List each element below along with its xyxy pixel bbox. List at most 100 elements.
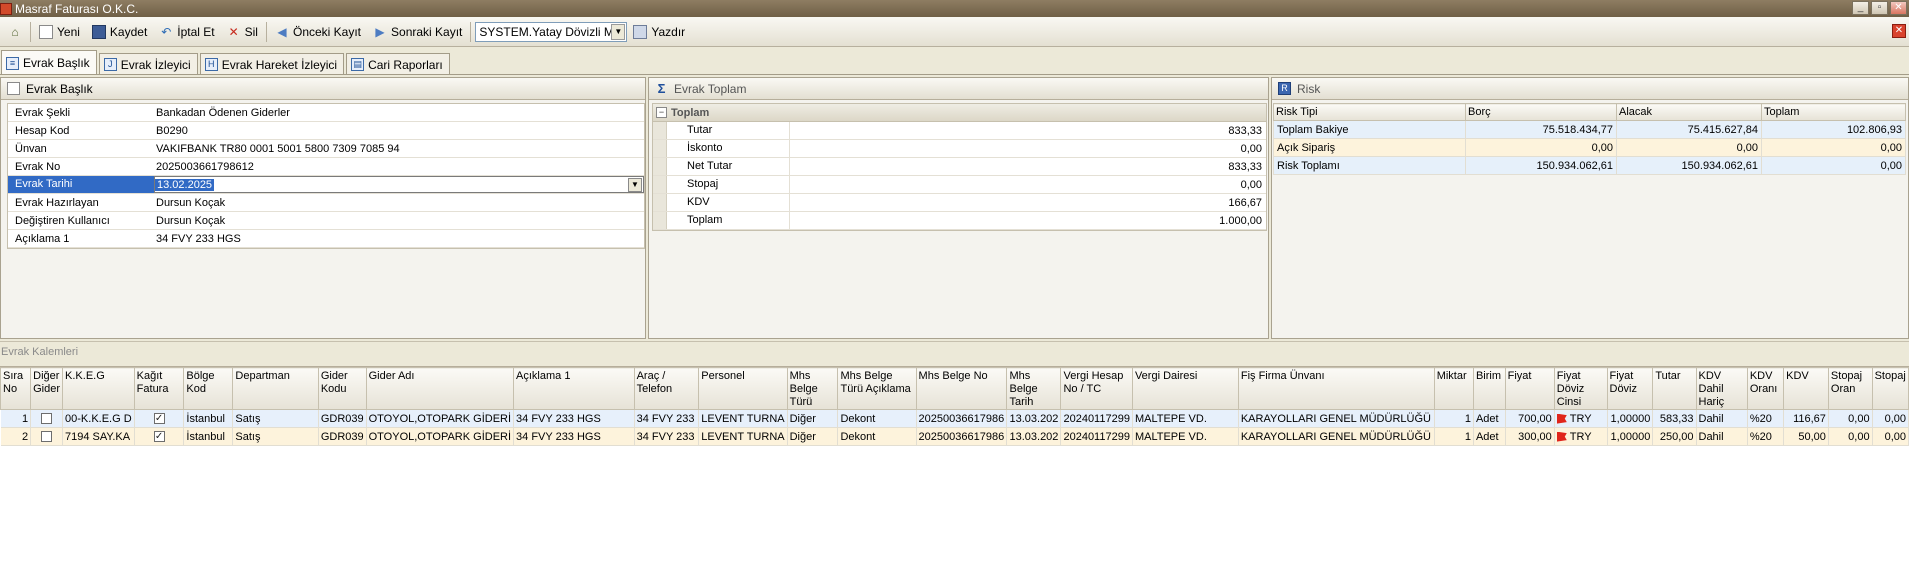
cancel-button[interactable]: ↶ İptal Et bbox=[153, 21, 220, 43]
checkbox-checked-icon[interactable]: ✓ bbox=[153, 413, 165, 425]
cell[interactable]: 0,00 bbox=[1616, 138, 1762, 157]
report-template-select[interactable]: SYSTEM.Yatay Dövizli M ▼ bbox=[475, 21, 628, 42]
cell-personel[interactable]: LEVENT TURNA bbox=[698, 409, 788, 428]
cell-kkeg[interactable]: 7194 SAY.KA bbox=[62, 427, 135, 446]
cell-stopaj-oran[interactable]: 0,00 bbox=[1828, 409, 1873, 428]
cell[interactable]: 150.934.062,61 bbox=[1465, 156, 1617, 175]
column-header[interactable]: Araç / Telefon bbox=[633, 367, 700, 410]
cell-doviz[interactable]: 1,00000 bbox=[1607, 409, 1654, 428]
cell-miktar[interactable]: 1 bbox=[1434, 427, 1474, 446]
field-value[interactable]: Bankadan Ödenen Giderler bbox=[154, 107, 644, 119]
cell-miktar[interactable]: 1 bbox=[1434, 409, 1474, 428]
cell-belge-no[interactable]: 20250036617986 bbox=[916, 427, 1008, 446]
field-row[interactable]: Açıklama 1 34 FVY 233 HGS bbox=[8, 230, 644, 248]
cell-kdv[interactable]: 50,00 bbox=[1783, 427, 1829, 446]
column-header[interactable]: Vergi Dairesi bbox=[1131, 367, 1239, 410]
cell-fiyat[interactable]: 300,00 bbox=[1505, 427, 1555, 446]
cell[interactable]: 150.934.062,61 bbox=[1616, 156, 1762, 175]
field-row-selected[interactable]: Evrak Tarihi 13.02.2025 ▼ bbox=[8, 176, 644, 194]
column-header[interactable]: Fiyat Döviz Cinsi bbox=[1553, 367, 1608, 410]
cell-belge-turu[interactable]: Diğer bbox=[787, 409, 839, 428]
cell-kdv[interactable]: 116,67 bbox=[1783, 409, 1829, 428]
cell-personel[interactable]: LEVENT TURNA bbox=[698, 427, 788, 446]
cell[interactable]: 102.806,93 bbox=[1761, 120, 1906, 139]
minimize-icon[interactable]: _ bbox=[1852, 1, 1869, 15]
checkbox-unchecked-icon[interactable] bbox=[41, 413, 53, 425]
cell-sira[interactable]: 1 bbox=[0, 409, 32, 428]
column-header[interactable]: Sıra No bbox=[0, 367, 32, 410]
tab-cari-raporlari[interactable]: ▤ Cari Raporları bbox=[346, 53, 450, 75]
column-header[interactable]: Mhs Belge No bbox=[915, 367, 1008, 410]
cell[interactable]: Açık Sipariş bbox=[1273, 138, 1466, 157]
column-header[interactable]: Tutar bbox=[1652, 367, 1697, 410]
cell-stopaj[interactable]: 0,00 bbox=[1872, 427, 1909, 446]
cell-gider-kodu[interactable]: GDR039 bbox=[318, 409, 367, 428]
cell-aciklama[interactable]: 34 FVY 233 HGS bbox=[513, 427, 635, 446]
column-header[interactable]: K.K.E.G bbox=[62, 367, 135, 410]
field-row[interactable]: Değiştiren Kullanıcı Dursun Koçak bbox=[8, 212, 644, 230]
tab-evrak-izleyici[interactable]: J Evrak İzleyici bbox=[98, 53, 198, 75]
column-header[interactable]: KDV Oranı bbox=[1746, 367, 1785, 410]
column-header[interactable]: Birim bbox=[1472, 367, 1506, 410]
checkbox-unchecked-icon[interactable] bbox=[41, 431, 53, 443]
cell-belge-turu-aciklama[interactable]: Dekont bbox=[837, 427, 917, 446]
column-header[interactable]: Gider Adı bbox=[365, 367, 515, 410]
column-header[interactable]: Borç bbox=[1465, 103, 1617, 121]
cell[interactable]: Risk Toplamı bbox=[1273, 156, 1466, 175]
cell-kdv-oran[interactable]: %20 bbox=[1747, 409, 1785, 428]
delete-button[interactable]: ✕ Sil bbox=[221, 21, 264, 43]
column-header[interactable]: Alacak bbox=[1616, 103, 1762, 121]
cell-arac[interactable]: 34 FVY 233 bbox=[634, 409, 700, 428]
home-button[interactable]: ⌂ bbox=[2, 21, 28, 43]
column-header[interactable]: Departman bbox=[232, 367, 319, 410]
cell[interactable]: 0,00 bbox=[1761, 156, 1906, 175]
field-row[interactable]: Evrak Hazırlayan Dursun Koçak bbox=[8, 194, 644, 212]
currency-cell[interactable]: TRY bbox=[1554, 409, 1608, 428]
column-header[interactable]: Diğer Gider bbox=[30, 367, 64, 410]
cell-departman[interactable]: Satış bbox=[232, 427, 319, 446]
cell-firma[interactable]: KARAYOLLARI GENEL MÜDÜRLÜĞÜ bbox=[1238, 427, 1435, 446]
chevron-down-icon[interactable]: ▼ bbox=[628, 177, 642, 192]
cell-gider-adi[interactable]: OTOYOL,OTOPARK GİDERİ bbox=[366, 409, 515, 428]
cell-tutar[interactable]: 583,33 bbox=[1652, 409, 1697, 428]
cell[interactable]: 75.518.434,77 bbox=[1465, 120, 1617, 139]
column-header[interactable]: Miktar bbox=[1433, 367, 1474, 410]
cell-doviz[interactable]: 1,00000 bbox=[1607, 427, 1654, 446]
column-header[interactable]: KDV bbox=[1783, 367, 1829, 410]
collapse-icon[interactable]: − bbox=[656, 107, 667, 118]
cell-departman[interactable]: Satış bbox=[232, 409, 319, 428]
column-header[interactable]: Fiş Firma Ünvanı bbox=[1237, 367, 1435, 410]
cell-kdv-dahil[interactable]: Dahil bbox=[1696, 409, 1748, 428]
cell-belge-no[interactable]: 20250036617986 bbox=[916, 409, 1008, 428]
cell[interactable]: Toplam Bakiye bbox=[1273, 120, 1466, 139]
cell-stopaj-oran[interactable]: 0,00 bbox=[1828, 427, 1873, 446]
field-row[interactable]: Ünvan VAKIFBANK TR80 0001 5001 5800 7309 … bbox=[8, 140, 644, 158]
field-value[interactable]: Dursun Koçak bbox=[154, 197, 644, 209]
currency-cell[interactable]: TRY bbox=[1554, 427, 1608, 446]
other-expense-checkbox[interactable] bbox=[30, 409, 64, 428]
cell-belge-tarih[interactable]: 13.03.202 bbox=[1006, 409, 1062, 428]
cell-kdv-oran[interactable]: %20 bbox=[1747, 427, 1785, 446]
cell-aciklama[interactable]: 34 FVY 233 HGS bbox=[513, 409, 635, 428]
chevron-down-icon[interactable]: ▼ bbox=[611, 23, 626, 40]
save-button[interactable]: Kaydet bbox=[86, 21, 153, 43]
cell-sira[interactable]: 2 bbox=[0, 427, 32, 446]
column-header[interactable]: Mhs Belge Tarih bbox=[1006, 367, 1062, 410]
paper-invoice-checkbox[interactable]: ✓ bbox=[134, 427, 185, 446]
cell-firma[interactable]: KARAYOLLARI GENEL MÜDÜRLÜĞÜ bbox=[1238, 409, 1435, 428]
cell-bolge[interactable]: İstanbul bbox=[183, 427, 234, 446]
field-row[interactable]: Evrak Şekli Bankadan Ödenen Giderler bbox=[8, 104, 644, 122]
column-header[interactable]: Personel bbox=[698, 367, 788, 410]
cell-belge-turu-aciklama[interactable]: Dekont bbox=[837, 409, 917, 428]
cell-kdv-dahil[interactable]: Dahil bbox=[1696, 427, 1748, 446]
tab-evrak-hareket-izleyici[interactable]: H Evrak Hareket İzleyici bbox=[199, 53, 345, 75]
column-header[interactable]: Kağıt Fatura bbox=[133, 367, 185, 410]
date-value[interactable]: 13.02.2025 bbox=[155, 178, 215, 191]
cell-birim[interactable]: Adet bbox=[1473, 409, 1506, 428]
column-header[interactable]: Fiyat bbox=[1504, 367, 1555, 410]
paper-invoice-checkbox[interactable]: ✓ bbox=[134, 409, 185, 428]
column-header[interactable]: Mhs Belge Türü bbox=[786, 367, 839, 410]
cell-gider-adi[interactable]: OTOYOL,OTOPARK GİDERİ bbox=[366, 427, 515, 446]
table-row[interactable]: 1 00-K.K.E.G D ✓ İstanbul Satış GDR039 OTOYOL,… bbox=[0, 409, 1909, 428]
column-header[interactable]: Açıklama 1 bbox=[513, 367, 635, 410]
